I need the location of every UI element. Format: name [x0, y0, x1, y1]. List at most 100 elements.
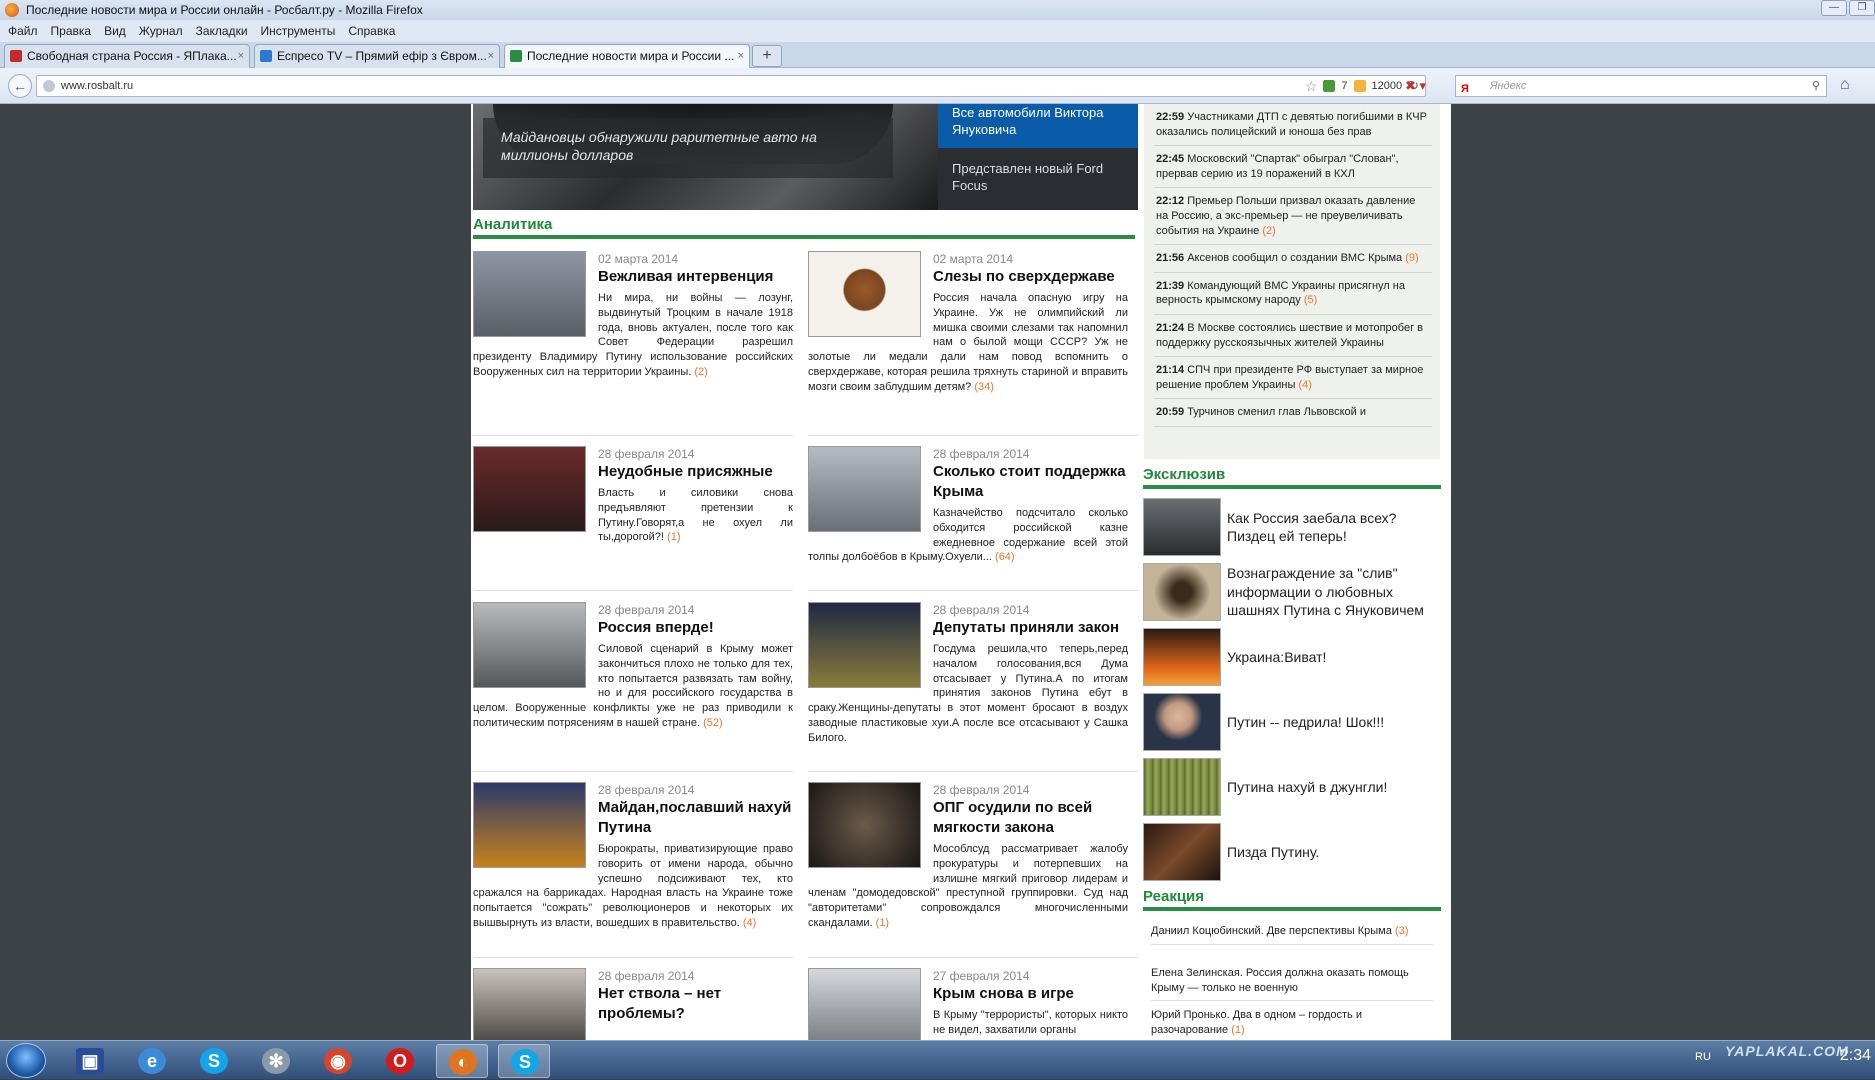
- exclusive-thumbnail[interactable]: [1143, 563, 1221, 621]
- news-item[interactable]: 22:45 Московский "Спартак" обыграл "Слов…: [1154, 152, 1432, 189]
- news-item[interactable]: 21:56 Аксенов сообщил о создании ВМС Кры…: [1154, 251, 1432, 273]
- tab-espreso[interactable]: Еспресо TV – Прямий ефір з Євром... ×: [254, 44, 500, 68]
- comment-count[interactable]: (5): [1304, 294, 1317, 306]
- menu-history[interactable]: Журнал: [139, 20, 183, 42]
- close-tab-icon[interactable]: ×: [738, 45, 744, 67]
- news-item[interactable]: 21:14 СПЧ при президенте РФ выступает за…: [1154, 363, 1432, 400]
- comment-count[interactable]: (3): [1395, 925, 1408, 937]
- reaction-item[interactable]: Даниил Коцюбинский. Две перспективы Крым…: [1151, 924, 1433, 945]
- start-button[interactable]: [6, 1043, 46, 1078]
- taskbar-app[interactable]: e: [126, 1044, 178, 1078]
- news-feed[interactable]: 22:59 Участниками ДТП с девятью погибшим…: [1144, 104, 1440, 459]
- exclusive-item[interactable]: Как Россия заебала всех? Пиздец ей тепер…: [1143, 496, 1441, 558]
- article-card[interactable]: 02 марта 2014 Вежливая интервенция Ни ми…: [473, 251, 793, 380]
- language-indicator[interactable]: RU: [1695, 1051, 1711, 1063]
- comment-count[interactable]: (4): [743, 917, 756, 929]
- article-thumbnail[interactable]: [473, 968, 586, 1040]
- article-thumbnail[interactable]: [473, 602, 586, 688]
- reaction-item[interactable]: Юрий Пронько. Два в одном – гордость и р…: [1151, 1008, 1433, 1040]
- comment-count[interactable]: (64): [995, 551, 1015, 563]
- section-heading-analytics[interactable]: Аналитика: [473, 216, 1135, 239]
- back-button[interactable]: ←: [8, 74, 32, 98]
- article-card[interactable]: 28 февраля 2014 Нет ствола – нет проблем…: [473, 968, 793, 1040]
- addon-block-icon[interactable]: ✖ ▾: [1405, 75, 1449, 97]
- menu-bookmarks[interactable]: Закладки: [196, 20, 248, 42]
- news-item[interactable]: 21:39 Командующий ВМС Украины присягнул …: [1154, 279, 1432, 315]
- comment-count[interactable]: (4): [1298, 379, 1311, 391]
- article-thumbnail[interactable]: [808, 782, 921, 868]
- article-thumbnail[interactable]: [473, 782, 586, 868]
- close-tab-icon[interactable]: ×: [238, 45, 244, 67]
- tab-rosbalt[interactable]: Последние новости мира и России ... ×: [504, 44, 750, 68]
- article-thumbnail[interactable]: [473, 251, 586, 337]
- menu-view[interactable]: Вид: [104, 20, 126, 42]
- news-text[interactable]: В Москве состоялись шествие и мотопробег…: [1156, 322, 1423, 349]
- article-thumbnail[interactable]: [473, 446, 586, 532]
- exclusive-item[interactable]: Путин -- педрила! Шок!!!: [1143, 691, 1441, 753]
- comment-count[interactable]: (1): [1231, 1024, 1244, 1036]
- article-card[interactable]: 28 февраля 2014 Сколько стоит поддержка …: [808, 446, 1128, 565]
- reaction-text[interactable]: Елена Зелинская. Россия должна оказать п…: [1151, 967, 1409, 994]
- comment-count[interactable]: (34): [974, 381, 994, 393]
- exclusive-thumbnail[interactable]: [1143, 823, 1221, 881]
- reaction-text[interactable]: Юрий Пронько. Два в одном – гордость и р…: [1151, 1009, 1362, 1036]
- news-text[interactable]: Московский "Спартак" обыграл "Слован", п…: [1156, 153, 1399, 180]
- comment-count[interactable]: (2): [1262, 225, 1275, 237]
- tab-yaplakal[interactable]: Свободная страна Россия - ЯПлака... ×: [4, 44, 250, 68]
- article-card[interactable]: 27 февраля 2014 Крым снова в игре В Крым…: [808, 968, 1128, 1040]
- news-text[interactable]: Аксенов сообщил о создании ВМС Крыма: [1187, 252, 1402, 264]
- reaction-text[interactable]: Даниил Коцюбинский. Две перспективы Крым…: [1151, 925, 1392, 937]
- news-text[interactable]: Участниками ДТП с девятью погибшими в КЧ…: [1156, 111, 1427, 138]
- article-card[interactable]: 28 февраля 2014 ОПГ осудили по всей мягк…: [808, 782, 1128, 931]
- news-text[interactable]: СПЧ при президенте РФ выступает за мирно…: [1156, 364, 1423, 391]
- exclusive-thumbnail[interactable]: [1143, 498, 1221, 556]
- exclusive-title[interactable]: Украина:Виват!: [1227, 648, 1326, 667]
- news-item[interactable]: 22:59 Участниками ДТП с девятью погибшим…: [1154, 110, 1432, 147]
- menu-help[interactable]: Справка: [348, 20, 395, 42]
- exclusive-title[interactable]: Вознаграждение за "слив" информации о лю…: [1227, 564, 1441, 620]
- comment-count[interactable]: (1): [876, 917, 889, 929]
- search-icon[interactable]: ⚲: [1812, 76, 1820, 96]
- home-button[interactable]: ⌂: [1840, 76, 1850, 94]
- exclusive-thumbnail[interactable]: [1143, 693, 1221, 751]
- taskbar-app[interactable]: O: [374, 1044, 426, 1078]
- article-card[interactable]: 02 марта 2014 Слезы по сверхдержаве Росс…: [808, 251, 1128, 395]
- reaction-item[interactable]: Елена Зелинская. Россия должна оказать п…: [1151, 966, 1433, 1002]
- exclusive-thumbnail[interactable]: [1143, 628, 1221, 686]
- news-text[interactable]: Турчинов сменил глав Львовской и: [1187, 406, 1366, 418]
- article-thumbnail[interactable]: [808, 602, 921, 688]
- comment-count[interactable]: (9): [1405, 252, 1418, 264]
- article-card[interactable]: 28 февраля 2014 Майдан,пославший нахуй П…: [473, 782, 793, 931]
- exclusive-title[interactable]: Путина нахуй в джунгли!: [1227, 778, 1387, 797]
- clock[interactable]: 2:34: [1840, 1047, 1871, 1065]
- article-card[interactable]: 28 февраля 2014 Неудобные присяжные Влас…: [473, 446, 793, 545]
- exclusive-thumbnail[interactable]: [1143, 758, 1221, 816]
- comment-count[interactable]: (52): [703, 717, 723, 729]
- addon-icon[interactable]: [1323, 80, 1336, 92]
- close-tab-icon[interactable]: ×: [488, 45, 494, 67]
- exclusive-title[interactable]: Как Россия заебала всех? Пиздец ей тепер…: [1227, 509, 1441, 546]
- hero-banner[interactable]: Майдановцы обнаружили раритетные авто на…: [473, 104, 1138, 210]
- yandex-bar-icon[interactable]: [1353, 80, 1366, 92]
- article-card[interactable]: 28 февраля 2014 Россия вперде! Силовой с…: [473, 602, 793, 731]
- taskbar-app-active[interactable]: S: [498, 1044, 550, 1078]
- section-heading-exclusive[interactable]: Эксклюзив: [1143, 466, 1441, 489]
- comment-count[interactable]: (2): [694, 366, 707, 378]
- new-tab-button[interactable]: +: [752, 45, 782, 67]
- maximize-button[interactable]: ❐: [1849, 0, 1875, 16]
- hero-side-link-active[interactable]: Все автомобили Виктора Януковича: [938, 104, 1138, 148]
- minimize-button[interactable]: —: [1821, 0, 1847, 16]
- menu-tools[interactable]: Инструменты: [261, 20, 336, 42]
- taskbar-app[interactable]: S: [188, 1044, 240, 1078]
- section-heading-reaction[interactable]: Реакция: [1143, 888, 1441, 911]
- bookmark-star-icon[interactable]: ☆: [1305, 76, 1318, 96]
- article-thumbnail[interactable]: [808, 251, 921, 337]
- exclusive-item[interactable]: Пизда Путину.: [1143, 821, 1441, 883]
- taskbar-app[interactable]: ▣: [64, 1044, 116, 1078]
- article-thumbnail[interactable]: [808, 446, 921, 532]
- hero-side-link[interactable]: Представлен новый Ford Focus: [938, 148, 1138, 210]
- exclusive-item[interactable]: Вознаграждение за "слив" информации о лю…: [1143, 561, 1441, 623]
- article-thumbnail[interactable]: [808, 968, 921, 1040]
- article-card[interactable]: 28 февраля 2014 Депутаты приняли закон Г…: [808, 602, 1128, 746]
- exclusive-title[interactable]: Путин -- педрила! Шок!!!: [1227, 713, 1384, 732]
